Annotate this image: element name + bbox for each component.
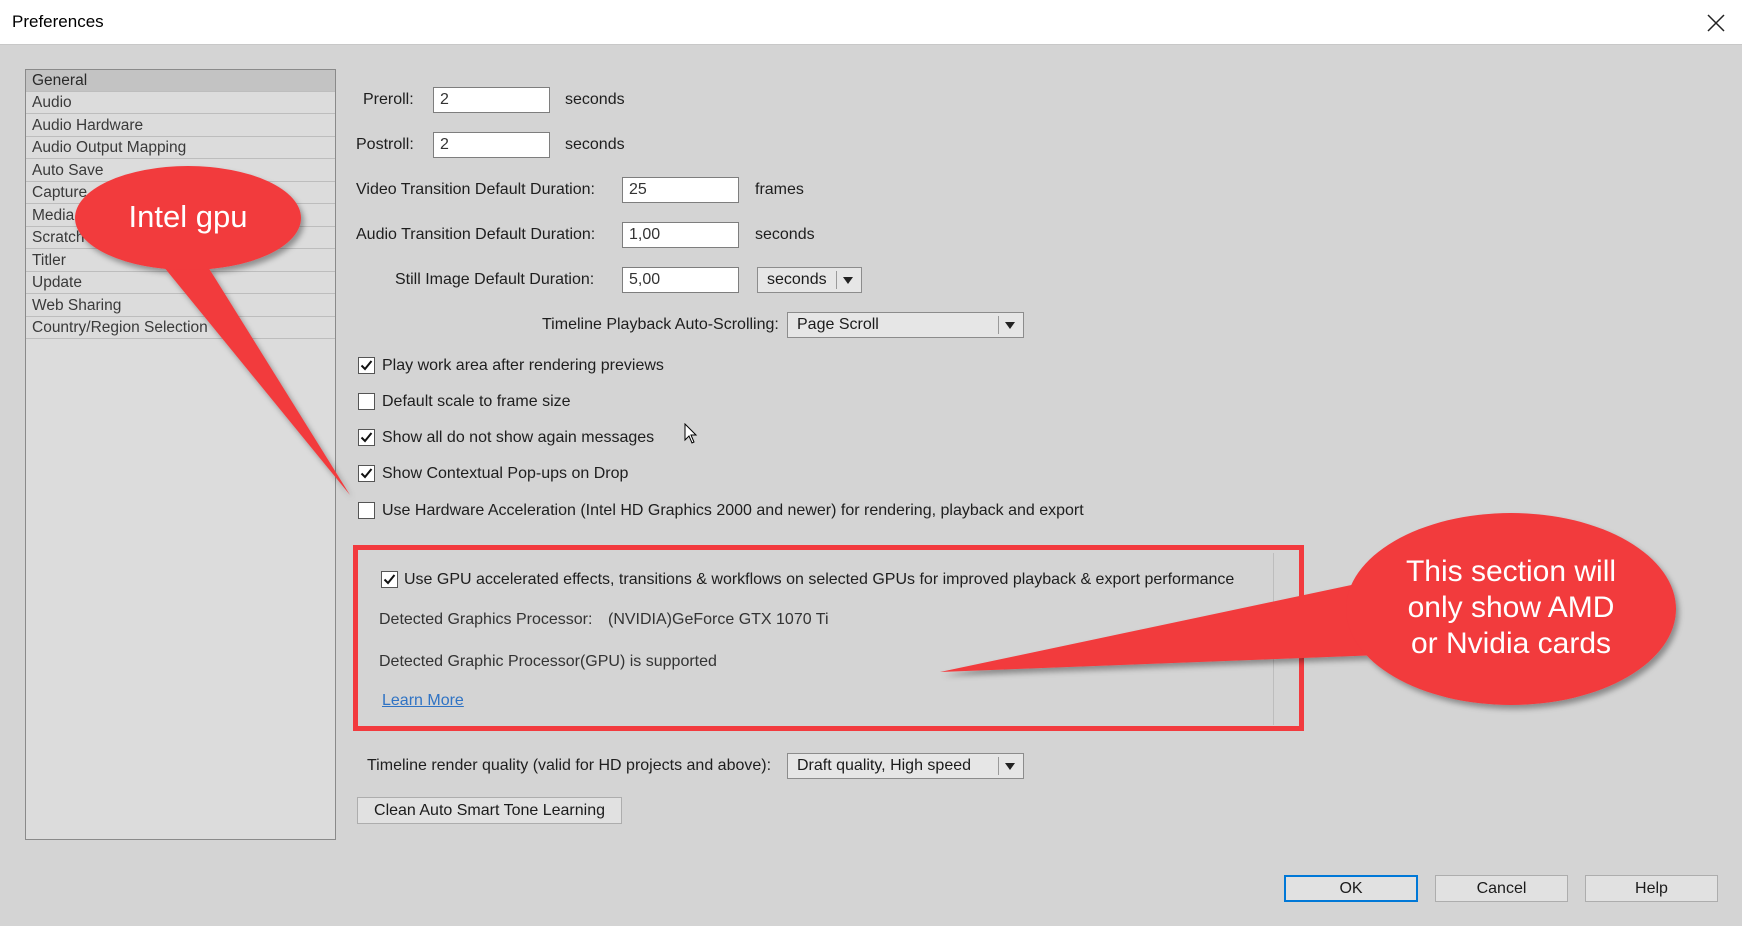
default-scale-checkbox[interactable] xyxy=(358,393,375,410)
checkmark-icon xyxy=(383,574,396,585)
chevron-down-icon xyxy=(843,277,853,284)
gpu-accelerated-label[interactable]: Use GPU accelerated effects, transitions… xyxy=(404,571,1234,589)
category-list[interactable]: General Audio Audio Hardware Audio Outpu… xyxy=(25,69,336,840)
close-icon xyxy=(1707,14,1725,32)
preroll-unit: seconds xyxy=(565,91,625,108)
preroll-input[interactable]: 2 xyxy=(433,87,550,113)
audio-transition-unit: seconds xyxy=(755,226,815,243)
combo-separator xyxy=(998,757,999,775)
hardware-acceleration-label[interactable]: Use Hardware Acceleration (Intel HD Grap… xyxy=(382,502,1084,520)
sidebar-item-web-sharing[interactable]: Web Sharing xyxy=(26,295,335,317)
still-image-unit-select[interactable]: seconds xyxy=(757,267,862,293)
preroll-label: Preroll: xyxy=(363,91,414,108)
chevron-down-icon xyxy=(1005,763,1015,770)
checkmark-icon xyxy=(360,468,373,479)
sidebar-item-general[interactable]: General xyxy=(26,70,335,92)
sidebar-item-titler[interactable]: Titler xyxy=(26,250,335,272)
sidebar-item-audio[interactable]: Audio xyxy=(26,92,335,114)
hardware-acceleration-checkbox[interactable] xyxy=(358,502,375,519)
show-messages-label[interactable]: Show all do not show again messages xyxy=(382,429,654,447)
window-title: Preferences xyxy=(12,12,104,31)
audio-transition-input[interactable]: 1,00 xyxy=(622,222,739,248)
amd-nvidia-annotation: This section will only show AMD or Nvidi… xyxy=(1351,554,1671,662)
autoscroll-label: Timeline Playback Auto-Scrolling: xyxy=(542,316,779,333)
contextual-popups-checkbox[interactable] xyxy=(358,465,375,482)
annotation-line: only show AMD xyxy=(1407,591,1615,624)
checkmark-icon xyxy=(360,432,373,443)
learn-more-link[interactable]: Learn More xyxy=(382,692,464,710)
render-quality-label: Timeline render quality (valid for HD pr… xyxy=(367,757,772,774)
play-work-area-checkbox[interactable] xyxy=(358,357,375,374)
sidebar-item-audio-output-mapping[interactable]: Audio Output Mapping xyxy=(26,137,335,159)
default-scale-label[interactable]: Default scale to frame size xyxy=(382,393,571,411)
video-transition-input[interactable]: 25 xyxy=(622,177,739,203)
cancel-button[interactable]: Cancel xyxy=(1435,875,1568,902)
gpu-accelerated-checkbox[interactable] xyxy=(381,571,398,588)
sidebar-item-audio-hardware[interactable]: Audio Hardware xyxy=(26,115,335,137)
gpu-supported-text: Detected Graphic Processor(GPU) is suppo… xyxy=(379,653,717,670)
chevron-down-icon xyxy=(1005,322,1015,329)
gpu-section-divider xyxy=(1273,553,1274,725)
postroll-input[interactable]: 2 xyxy=(433,132,550,158)
render-quality-select[interactable]: Draft quality, High speed xyxy=(787,753,1024,779)
audio-transition-label: Audio Transition Default Duration: xyxy=(356,226,596,243)
show-messages-checkbox[interactable] xyxy=(358,429,375,446)
still-image-label: Still Image Default Duration: xyxy=(395,271,595,288)
postroll-unit: seconds xyxy=(565,136,625,153)
postroll-label: Postroll: xyxy=(356,136,414,153)
combo-separator xyxy=(836,271,837,289)
render-quality-value: Draft quality, High speed xyxy=(797,757,972,774)
help-button[interactable]: Help xyxy=(1585,875,1718,902)
video-transition-unit: frames xyxy=(755,181,804,198)
contextual-popups-label[interactable]: Show Contextual Pop-ups on Drop xyxy=(382,465,628,483)
detected-gpu-value: (NVIDIA)GeForce GTX 1070 Ti xyxy=(608,611,829,628)
detected-gpu-label: Detected Graphics Processor: xyxy=(379,611,593,628)
autoscroll-value: Page Scroll xyxy=(797,316,879,333)
mouse-cursor-icon xyxy=(684,423,698,444)
still-image-input[interactable]: 5,00 xyxy=(622,267,739,293)
sidebar-item-auto-save[interactable]: Auto Save xyxy=(26,160,335,182)
annotation-line: or Nvidia cards xyxy=(1410,627,1612,660)
annotation-line: This section will xyxy=(1405,555,1617,588)
close-button[interactable] xyxy=(1696,8,1736,38)
combo-separator xyxy=(998,316,999,334)
sidebar-item-update[interactable]: Update xyxy=(26,272,335,294)
autoscroll-select[interactable]: Page Scroll xyxy=(787,312,1024,338)
clean-smart-tone-button[interactable]: Clean Auto Smart Tone Learning xyxy=(357,797,622,824)
still-image-unit-value: seconds xyxy=(767,271,827,288)
play-work-area-label[interactable]: Play work area after rendering previews xyxy=(382,357,664,375)
checkmark-icon xyxy=(360,360,373,371)
intel-gpu-annotation: Intel gpu xyxy=(128,199,248,234)
sidebar-item-country-region[interactable]: Country/Region Selection xyxy=(26,317,335,339)
video-transition-label: Video Transition Default Duration: xyxy=(356,181,595,198)
ok-button[interactable]: OK xyxy=(1284,875,1418,902)
title-bar: Preferences xyxy=(0,0,1742,45)
